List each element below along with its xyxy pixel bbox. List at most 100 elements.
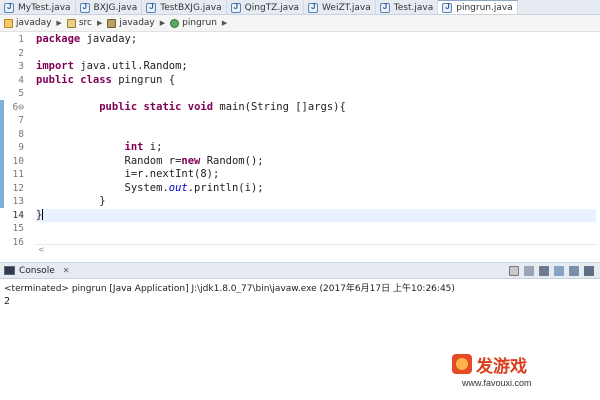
code-line[interactable] [36, 128, 596, 142]
line-number: 13 [12, 196, 24, 207]
code-line[interactable]: i=r.nextInt(8); [36, 168, 596, 182]
terminate-icon[interactable] [509, 266, 519, 276]
line-number: 11 [12, 169, 24, 180]
chevron-right-icon: ▶ [221, 19, 228, 27]
line-number: 12 [12, 182, 24, 194]
code-token: class [80, 73, 112, 86]
pin-console-icon[interactable] [584, 266, 594, 276]
console-status: <terminated> pingrun [Java Application] … [4, 284, 455, 293]
line-number: 1 [18, 34, 24, 45]
console-output: 2 [4, 296, 11, 307]
code-text[interactable]: package javaday; import java.util.Random;… [36, 33, 596, 249]
tab-label: MyTest.java [18, 2, 71, 13]
breadcrumb-class[interactable]: pingrun [170, 18, 217, 28]
line-number: 4 [18, 74, 24, 86]
code-token: main(String []args){ [213, 100, 346, 113]
code-line[interactable] [36, 87, 596, 101]
code-line[interactable]: } [36, 195, 596, 209]
remove-launch-icon[interactable] [524, 266, 534, 276]
code-line[interactable]: import java.util.Random; [36, 60, 596, 74]
tab-label: TestBXJG.java [160, 2, 222, 13]
chevron-right-icon: ▶ [96, 19, 103, 27]
breadcrumb-label: src [78, 18, 92, 28]
watermark-brand: 发游戏 [476, 357, 527, 377]
code-token: i=r.nextInt(8); [36, 168, 220, 180]
console-view-header: Console ✕ [0, 262, 600, 279]
code-line[interactable]: public static void main(String []args){ [36, 101, 596, 115]
java-file-icon [79, 2, 90, 13]
code-token: import [36, 60, 74, 72]
code-line[interactable]: Random r=new Random(); [36, 155, 596, 169]
code-line[interactable] [36, 222, 596, 236]
tab-bxjg[interactable]: BXJG.java [76, 0, 143, 14]
remove-all-terminated-icon[interactable] [539, 266, 549, 276]
line-number: 14 [12, 209, 24, 221]
breadcrumb-label: pingrun [182, 18, 217, 28]
code-line[interactable]: System.out.println(i); [36, 182, 596, 196]
line-number: 3 [18, 61, 24, 72]
line-number: 9 [18, 142, 24, 153]
line-number: 15 [12, 223, 24, 234]
line-number: 5 [18, 88, 24, 99]
horizontal-scrollbar[interactable]: < [36, 244, 596, 254]
tab-label: Test.java [393, 2, 434, 13]
clear-console-icon[interactable] [554, 266, 564, 276]
tab-test[interactable]: Test.java [376, 0, 439, 14]
code-token: new [181, 154, 201, 167]
tab-label: WeiZT.java [322, 2, 371, 13]
java-file-icon [442, 2, 453, 13]
code-token: public [36, 73, 74, 86]
code-token: int [124, 141, 144, 153]
code-token: package [36, 33, 81, 45]
tab-testbxjg[interactable]: TestBXJG.java [142, 0, 227, 14]
code-editor[interactable]: 1 2 3 4 5 6⊖ 7 8 9 10 11 12 13 14 15 16 package javaday… [0, 33, 600, 254]
code-token: pingrun { [111, 73, 176, 86]
breadcrumb-package[interactable]: javaday [107, 18, 155, 28]
console-icon [4, 266, 15, 275]
code-line[interactable] [36, 114, 596, 128]
code-line[interactable]: public class pingrun { [36, 74, 596, 88]
text-caret [42, 209, 44, 220]
code-line[interactable] [36, 47, 596, 61]
code-token: void [187, 100, 214, 113]
line-number: 16 [12, 236, 24, 248]
chevron-right-icon: ▶ [159, 19, 166, 27]
project-folder-icon [4, 18, 13, 28]
breadcrumb-label: javaday [119, 18, 155, 28]
code-token: javaday; [80, 33, 138, 45]
editor-tab-bar: MyTest.java BXJG.java TestBXJG.java Qing… [0, 0, 600, 15]
code-token: } [36, 195, 106, 207]
tab-mytest[interactable]: MyTest.java [0, 0, 76, 14]
tab-label: QingTZ.java [244, 2, 300, 13]
java-file-icon [146, 2, 157, 13]
java-file-icon [308, 2, 319, 13]
line-number: 7 [18, 115, 24, 126]
code-line[interactable]: package javaday; [36, 33, 596, 47]
breadcrumb-src[interactable]: src [66, 18, 92, 28]
watermark-logo-dot [456, 358, 468, 370]
code-token: Random r= [36, 154, 182, 167]
breadcrumb-project[interactable]: javaday [4, 18, 51, 28]
code-line[interactable]: int i; [36, 141, 596, 155]
line-number: 2 [18, 47, 24, 59]
console-title[interactable]: Console [19, 266, 55, 276]
java-file-icon [379, 2, 390, 13]
scroll-lock-icon[interactable] [569, 266, 579, 276]
line-number-gutter: 1 2 3 4 5 6⊖ 7 8 9 10 11 12 13 14 15 16 [4, 33, 30, 248]
tab-pingrun[interactable]: pingrun.java [438, 0, 518, 14]
tab-weizt[interactable]: WeiZT.java [304, 0, 376, 14]
code-token: System. [36, 181, 169, 194]
code-token: public [99, 100, 138, 113]
code-token: out [168, 181, 188, 194]
java-file-icon [230, 2, 241, 13]
code-token: i; [143, 141, 163, 153]
code-token: Random(); [200, 154, 264, 167]
scroll-left-icon[interactable]: < [38, 245, 45, 254]
tab-qingtz[interactable]: QingTZ.java [227, 0, 305, 14]
code-line[interactable]: } [36, 208, 596, 222]
breadcrumb-label: javaday [16, 18, 52, 28]
close-icon[interactable]: ✕ [63, 266, 70, 275]
package-icon [107, 18, 117, 28]
class-icon [170, 18, 180, 28]
